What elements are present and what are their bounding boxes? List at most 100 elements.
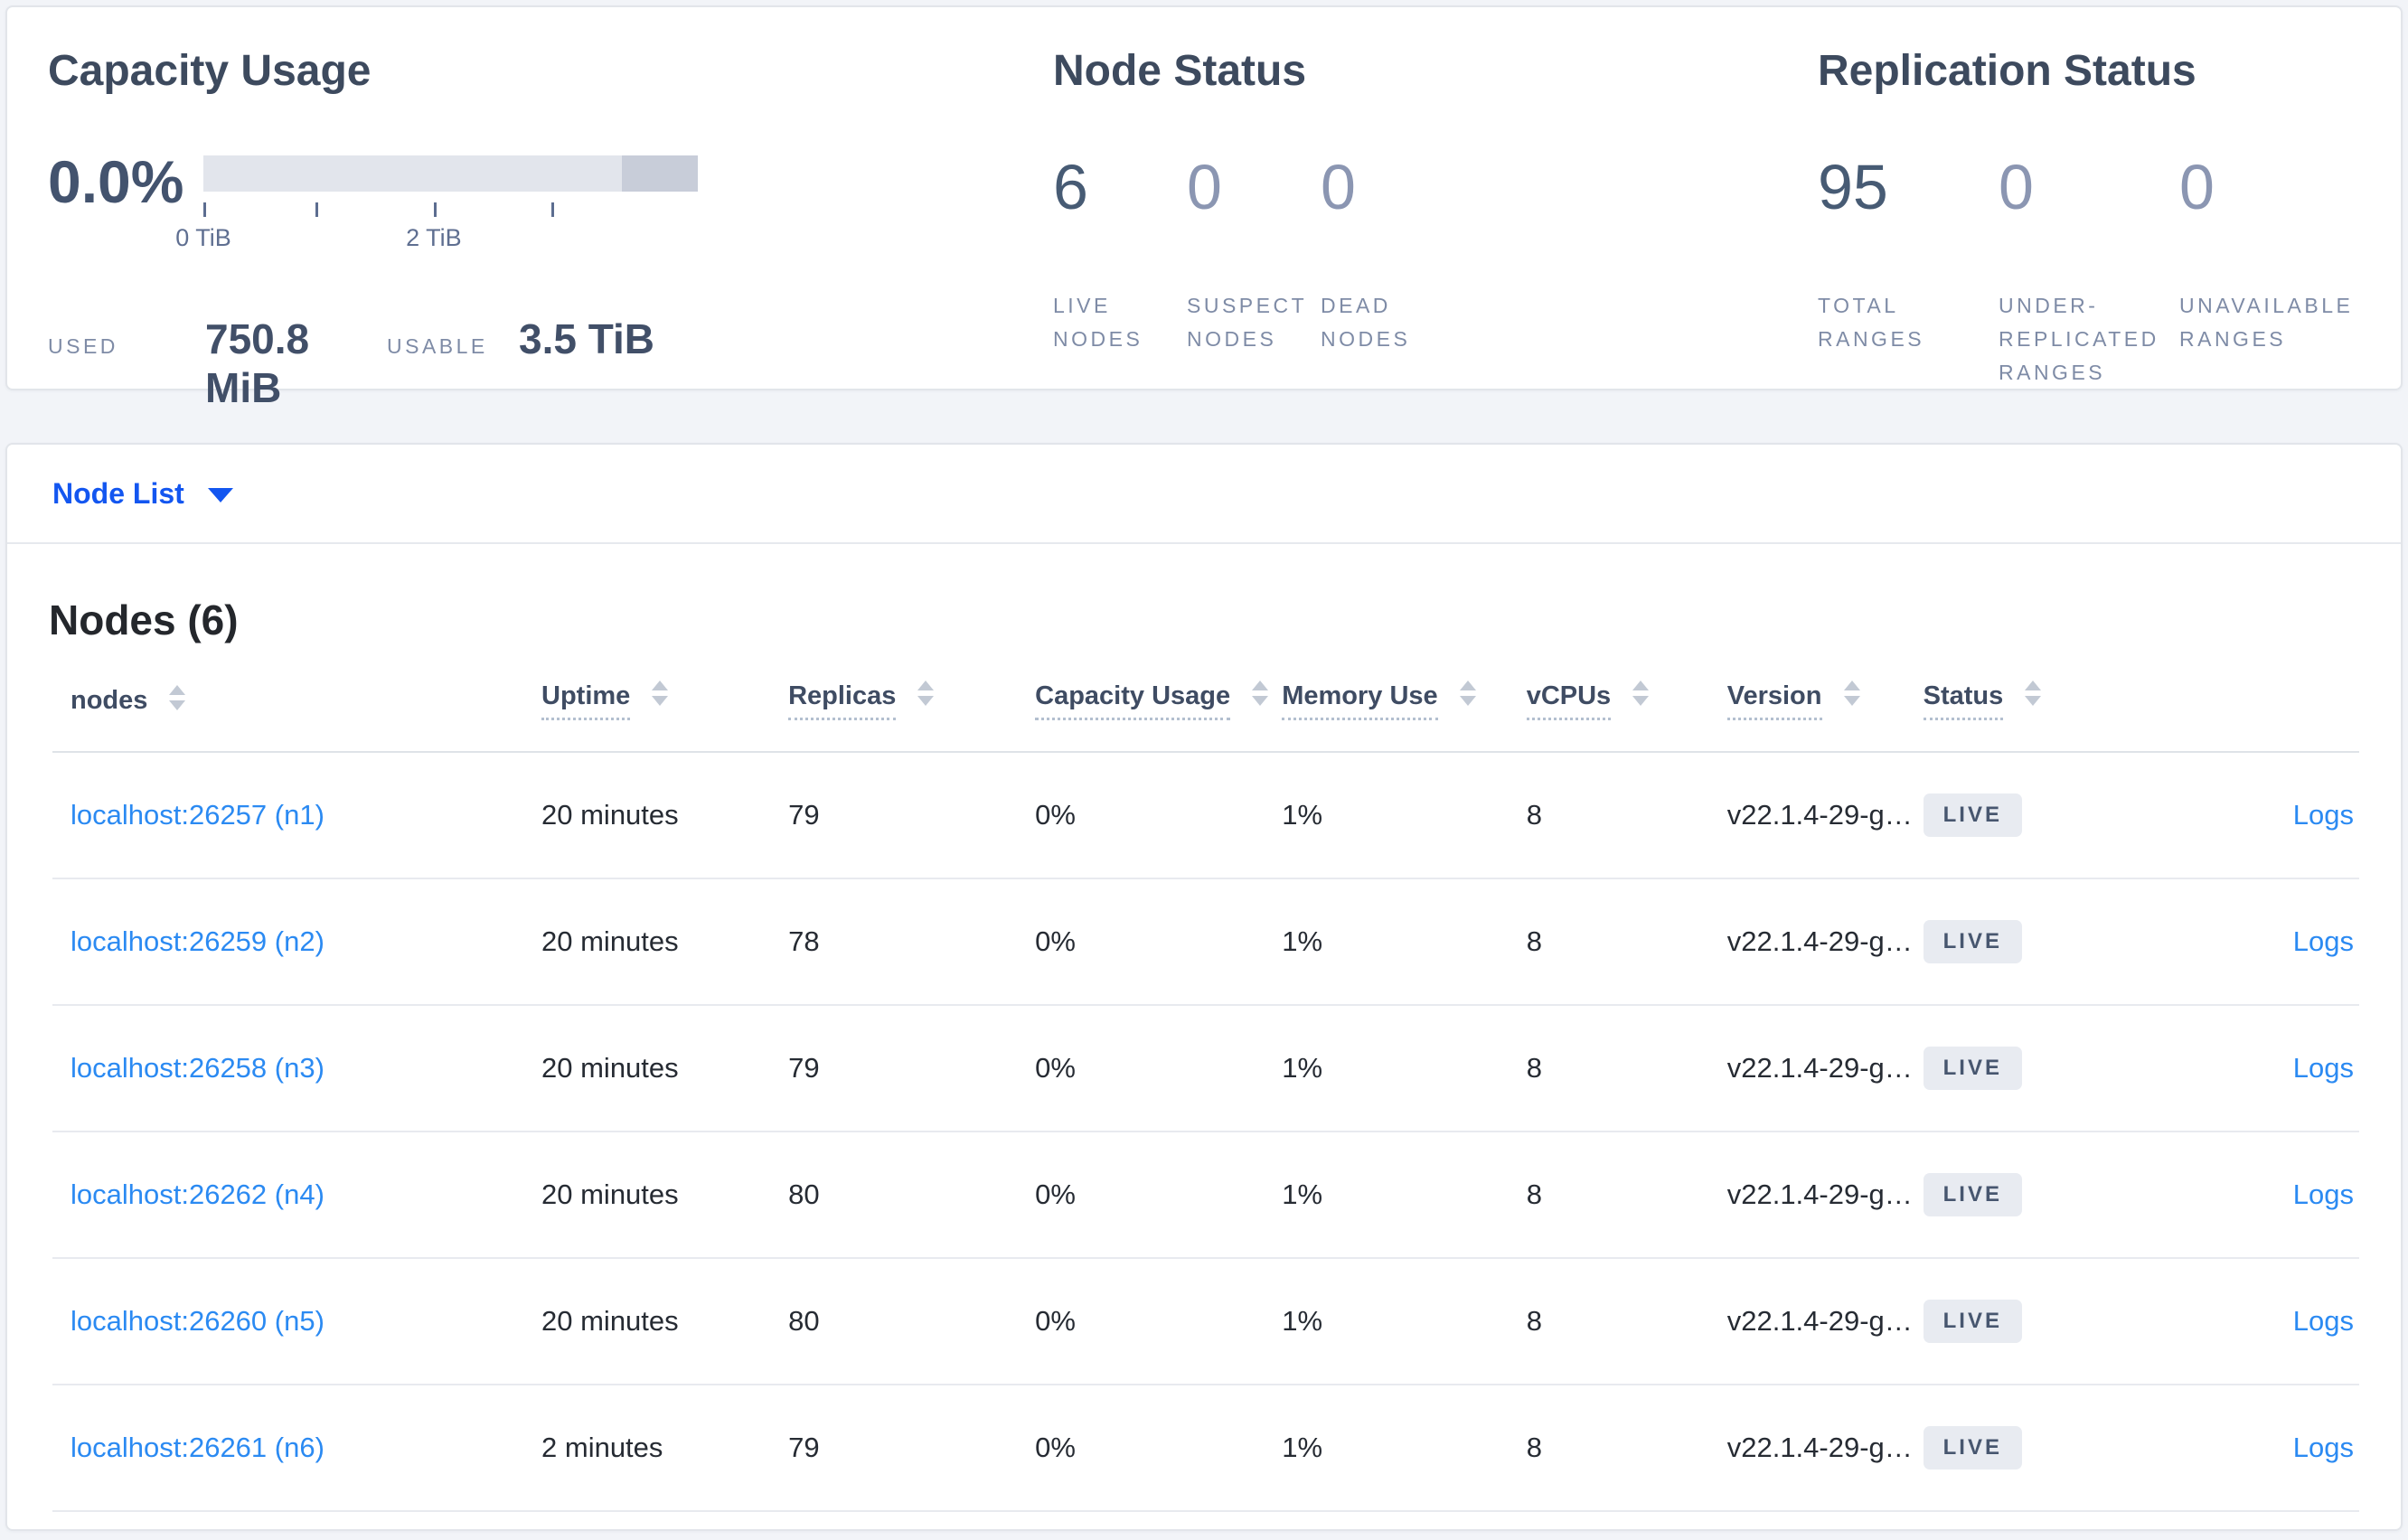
column-label: nodes bbox=[71, 686, 148, 715]
version-cell: v22.1.4-29-g… bbox=[1726, 1258, 1924, 1385]
uptime-cell: 20 minutes bbox=[541, 878, 789, 1006]
logs-link[interactable]: Logs bbox=[2293, 1178, 2354, 1210]
replicas-cell: 78 bbox=[788, 878, 1036, 1006]
column-label: Version bbox=[1726, 681, 1822, 720]
table-row: localhost:26258 (n3) 20 minutes 79 0% 1%… bbox=[52, 1005, 2359, 1132]
vcpus-cell: 8 bbox=[1526, 878, 1727, 1006]
column-header-uptime[interactable]: Uptime bbox=[541, 658, 789, 753]
unavailable-ranges-stat: 0 UNAVAILABLE RANGES bbox=[2179, 150, 2360, 390]
sort-icon bbox=[169, 685, 186, 711]
stat-value: 0 bbox=[2179, 152, 2215, 222]
column-header-capacity-usage[interactable]: Capacity Usage bbox=[1035, 658, 1283, 753]
capacity-cell: 0% bbox=[1035, 1132, 1283, 1259]
column-header-vcpus[interactable]: vCPUs bbox=[1526, 658, 1727, 753]
node-list-dropdown-label: Node List bbox=[52, 476, 184, 510]
logs-link[interactable]: Logs bbox=[2293, 1432, 2354, 1463]
column-label: Memory Use bbox=[1282, 681, 1438, 720]
node-link[interactable]: localhost:26261 (n6) bbox=[71, 1432, 325, 1463]
node-link[interactable]: localhost:26259 (n2) bbox=[71, 925, 325, 957]
stat-label: LIVE NODES bbox=[1053, 294, 1143, 351]
table-row: localhost:26259 (n2) 20 minutes 78 0% 1%… bbox=[52, 878, 2359, 1006]
table-row: localhost:26257 (n1) 20 minutes 79 0% 1%… bbox=[52, 752, 2359, 879]
logs-link[interactable]: Logs bbox=[2293, 925, 2354, 957]
status-badge: LIVE bbox=[1923, 1426, 2022, 1470]
suspect-nodes-stat: 0 SUSPECT NODES bbox=[1187, 150, 1321, 356]
stat-label: UNAVAILABLE RANGES bbox=[2179, 294, 2354, 351]
column-header-logs bbox=[2119, 658, 2359, 753]
node-link[interactable]: localhost:26257 (n1) bbox=[71, 799, 325, 831]
axis-tick bbox=[315, 202, 319, 217]
uptime-cell: 20 minutes bbox=[541, 1005, 789, 1132]
total-ranges-stat: 95 TOTAL RANGES bbox=[1818, 150, 1999, 390]
column-header-memory-use[interactable]: Memory Use bbox=[1282, 658, 1527, 753]
logs-link[interactable]: Logs bbox=[2293, 799, 2354, 831]
column-label: Capacity Usage bbox=[1035, 681, 1231, 720]
used-label: USED bbox=[48, 334, 118, 358]
vcpus-cell: 8 bbox=[1526, 1385, 1727, 1512]
live-nodes-stat: 6 LIVE NODES bbox=[1053, 150, 1187, 356]
logs-link[interactable]: Logs bbox=[2293, 1305, 2354, 1337]
column-header-replicas[interactable]: Replicas bbox=[788, 658, 1036, 753]
capacity-percent: 0.0% bbox=[48, 148, 184, 215]
column-header-nodes[interactable]: nodes bbox=[52, 658, 542, 753]
stat-label: DEAD NODES bbox=[1321, 294, 1411, 351]
uptime-cell: 20 minutes bbox=[541, 1132, 789, 1259]
uptime-cell: 2 minutes bbox=[541, 1385, 789, 1512]
status-badge: LIVE bbox=[1923, 793, 2022, 837]
axis-tick bbox=[551, 202, 555, 217]
replicas-cell: 79 bbox=[788, 752, 1036, 879]
capacity-usage-title: Capacity Usage bbox=[48, 47, 372, 95]
logs-link[interactable]: Logs bbox=[2293, 1052, 2354, 1084]
stat-value: 0 bbox=[1187, 152, 1222, 222]
sort-icon bbox=[1632, 681, 1650, 707]
capacity-cell: 0% bbox=[1035, 878, 1283, 1006]
column-label: Status bbox=[1923, 681, 2004, 720]
replicas-cell: 80 bbox=[788, 1132, 1036, 1259]
node-link[interactable]: localhost:26262 (n4) bbox=[71, 1178, 325, 1210]
sort-icon bbox=[652, 681, 669, 707]
stat-label: SUSPECT NODES bbox=[1187, 294, 1307, 351]
node-list-header: Node List bbox=[7, 445, 2401, 544]
column-header-status[interactable]: Status bbox=[1923, 658, 2120, 753]
version-cell: v22.1.4-29-g… bbox=[1726, 752, 1924, 879]
version-cell: v22.1.4-29-g… bbox=[1726, 1132, 1924, 1259]
axis-tick bbox=[433, 202, 437, 217]
sort-icon bbox=[917, 681, 935, 707]
column-label: Replicas bbox=[788, 681, 897, 720]
stat-value: 6 bbox=[1053, 152, 1088, 222]
vcpus-cell: 8 bbox=[1526, 1258, 1727, 1385]
uptime-cell: 20 minutes bbox=[541, 752, 789, 879]
memory-cell: 1% bbox=[1282, 1385, 1527, 1512]
column-label: vCPUs bbox=[1526, 681, 1612, 720]
column-label: Uptime bbox=[541, 681, 631, 720]
uptime-cell: 20 minutes bbox=[541, 1258, 789, 1385]
under-replicated-ranges-stat: 0 UNDER-REPLICATED RANGES bbox=[1999, 150, 2179, 390]
table-row: localhost:26262 (n4) 20 minutes 80 0% 1%… bbox=[52, 1132, 2359, 1259]
replication-status-section: Replication Status 95 TOTAL RANGES 0 UND… bbox=[1818, 45, 2396, 390]
replicas-cell: 80 bbox=[788, 1258, 1036, 1385]
sort-icon bbox=[1459, 681, 1476, 707]
node-link[interactable]: localhost:26258 (n3) bbox=[71, 1052, 325, 1084]
chevron-down-icon bbox=[207, 488, 233, 502]
stat-label: UNDER-REPLICATED RANGES bbox=[1999, 294, 2159, 384]
table-header-row: nodes Uptime Replicas Capacity Usage Mem… bbox=[52, 658, 2359, 753]
capacity-bar-segment bbox=[621, 155, 698, 192]
replicas-cell: 79 bbox=[788, 1385, 1036, 1512]
cluster-summary-card: Capacity Usage 0.0% 0 TiB 2 TiB USED 750… bbox=[5, 5, 2403, 411]
usable-value: 3.5 TiB bbox=[519, 315, 654, 362]
vcpus-cell: 8 bbox=[1526, 1005, 1727, 1132]
axis-tick bbox=[203, 202, 206, 217]
nodes-count-heading: Nodes (6) bbox=[49, 596, 239, 643]
replicas-cell: 79 bbox=[788, 1005, 1036, 1132]
node-link[interactable]: localhost:26260 (n5) bbox=[71, 1305, 325, 1337]
node-list-dropdown[interactable]: Node List bbox=[52, 477, 233, 511]
capacity-cell: 0% bbox=[1035, 1385, 1283, 1512]
version-cell: v22.1.4-29-g… bbox=[1726, 878, 1924, 1006]
memory-cell: 1% bbox=[1282, 1132, 1527, 1259]
axis-tick-label: 2 TiB bbox=[406, 224, 462, 251]
capacity-cell: 0% bbox=[1035, 1005, 1283, 1132]
stat-label: TOTAL RANGES bbox=[1818, 294, 1925, 351]
column-header-version[interactable]: Version bbox=[1726, 658, 1924, 753]
capacity-bar-track bbox=[203, 155, 698, 192]
node-status-section: Node Status 6 LIVE NODES 0 SUSPECT NODES… bbox=[1053, 45, 1776, 356]
